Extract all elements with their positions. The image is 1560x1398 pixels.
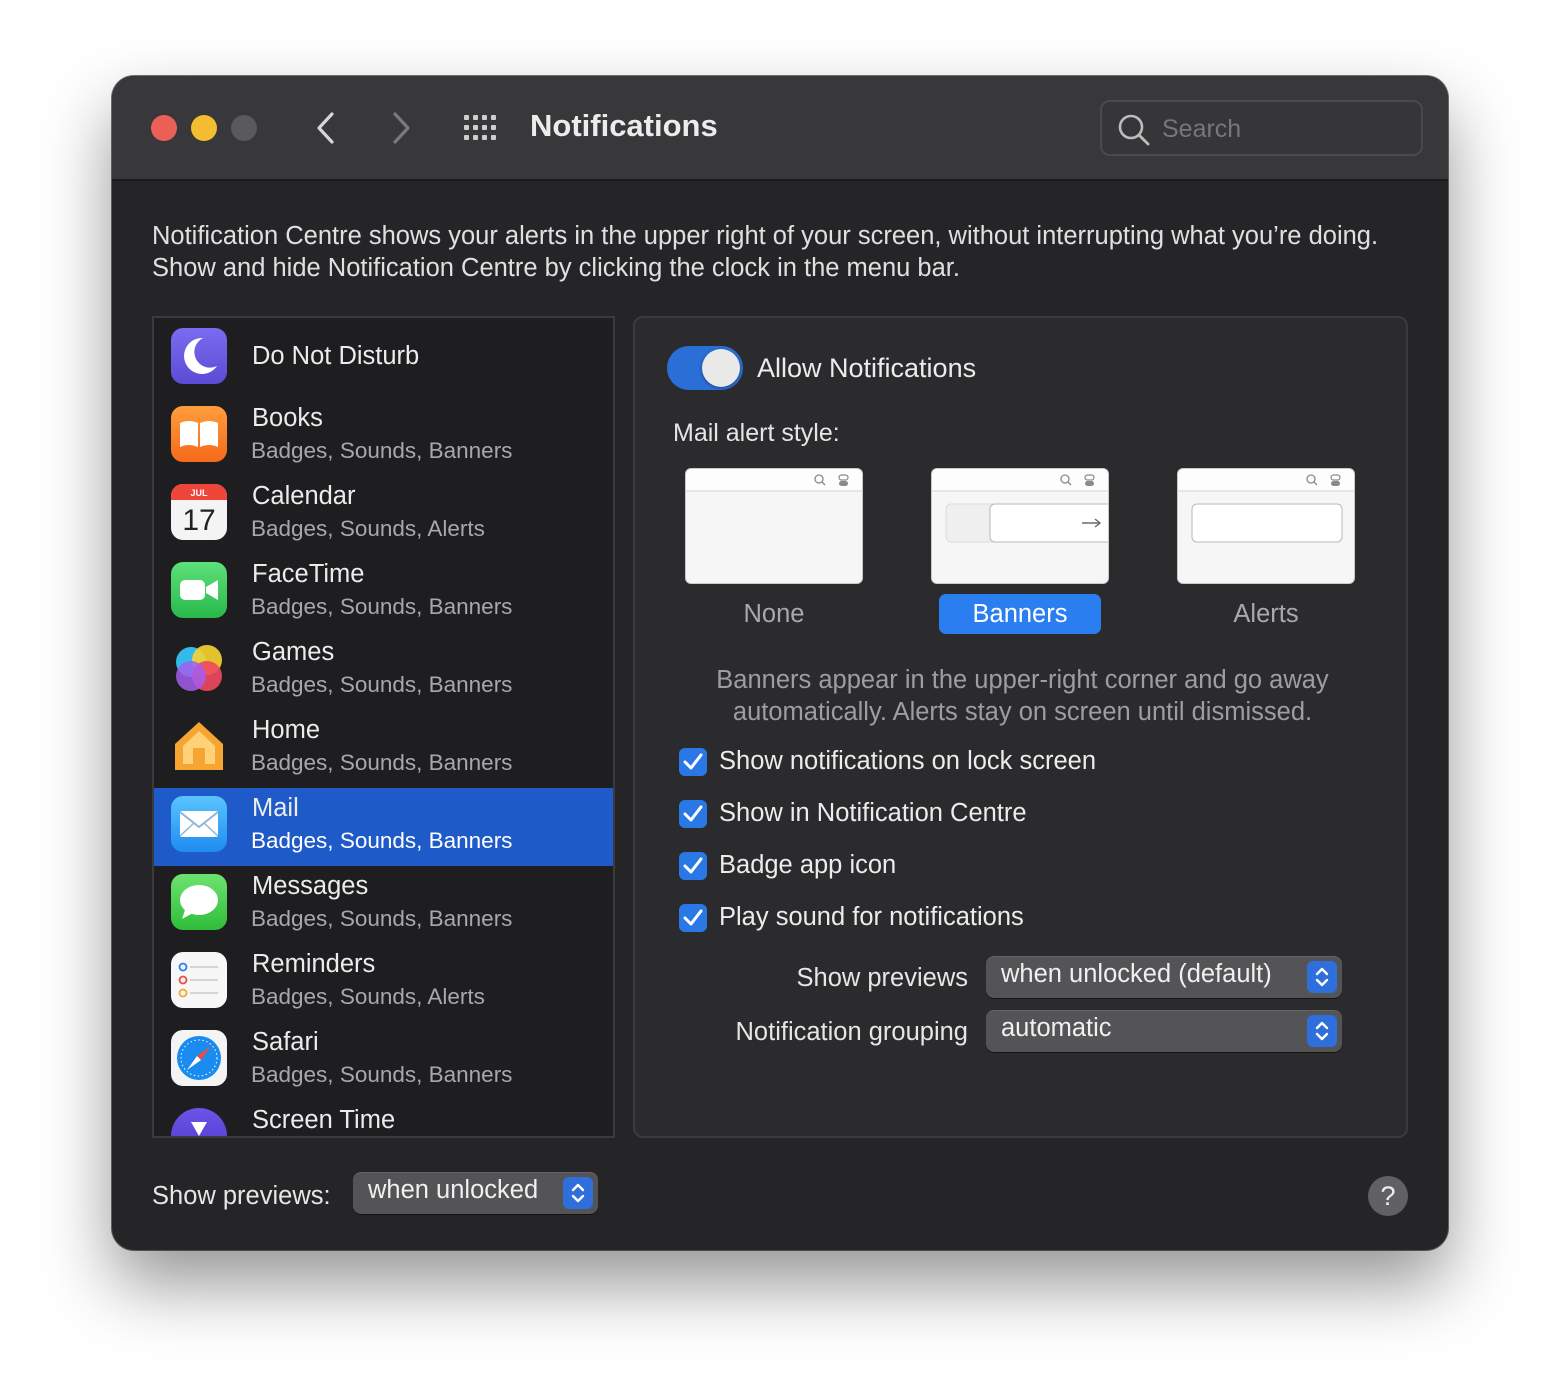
moon-icon [171,328,227,384]
badge-app-icon-checkbox[interactable] [679,852,707,880]
notification-grouping-label: Notification grouping [735,1018,968,1046]
search-input[interactable] [1162,113,1412,145]
home-icon [175,722,223,770]
app-notification-summary: Badges, Sounds, Alerts [251,516,485,541]
show-previews-label: Show previews [796,964,969,992]
allow-notifications-label: Allow Notifications [757,353,977,383]
close-button[interactable] [151,115,177,141]
notification-grouping-value: automatic [1001,1014,1112,1042]
checkbox-label: Show notifications on lock screen [719,747,1097,775]
chevron-right-icon [393,112,410,144]
app-notification-summary: Badges, Sounds, Banners [251,906,513,931]
alert-style-label: Mail alert style: [673,419,840,447]
list-item-screen-time[interactable]: Screen Time [154,1100,613,1136]
alert-style-banners-button[interactable]: Banners [939,594,1101,634]
window-title: Notifications [530,108,718,143]
list-item-reminders[interactable]: Reminders Badges, Sounds, Alerts [154,944,613,1022]
up-down-chevron-icon [1307,1015,1337,1047]
notification-grouping-popup[interactable]: automatic [986,1010,1342,1052]
mail-icon [171,796,227,852]
show-on-lock-screen-checkbox[interactable] [679,748,707,776]
show-all-grid-icon[interactable] [462,113,502,143]
alert-style-banners-preview[interactable] [931,468,1109,584]
app-name: FaceTime [252,560,365,588]
calendar-icon: JUL 17 [171,484,227,540]
alert-style-none-button[interactable]: None [693,594,855,634]
list-item-books[interactable]: Books Badges, Sounds, Banners [154,398,613,476]
help-button[interactable]: ? [1368,1176,1408,1216]
checkbox-label: Show in Notification Centre [719,799,1027,827]
notification-settings-pane: Allow Notifications Mail alert style: No… [633,316,1408,1138]
up-down-chevron-icon [1307,961,1337,993]
app-notification-summary: Badges, Sounds, Banners [251,828,513,853]
search-field[interactable] [1100,100,1423,156]
calendar-month: JUL [190,488,208,498]
app-list[interactable]: Do Not Disturb Books Badges, Sounds, Ban… [152,316,615,1138]
messages-icon [171,874,227,930]
checkmark-icon [683,805,703,822]
up-down-chevron-icon [563,1177,593,1209]
app-name: Do Not Disturb [252,342,420,370]
safari-icon [171,1030,227,1086]
app-name: Messages [252,872,369,900]
app-name: Games [252,638,335,666]
back-button[interactable] [308,106,348,150]
app-notification-summary: Badges, Sounds, Banners [251,438,513,463]
list-item-home[interactable]: Home Badges, Sounds, Banners [154,710,613,788]
alert-style-description: Banners appear in the upper-right corner… [716,666,1329,726]
checkbox-label: Badge app icon [719,851,897,879]
screen-time-icon [171,1108,227,1136]
alert-style-alerts-preview[interactable] [1177,468,1355,584]
list-item-calendar[interactable]: JUL 17 Calendar Badges, Sounds, Alerts [154,476,613,554]
app-notification-summary: Badges, Sounds, Banners [251,1062,513,1087]
forward-button[interactable] [382,106,422,150]
app-name: Screen Time [252,1106,396,1134]
minimize-button[interactable] [191,115,217,141]
list-item-facetime[interactable]: FaceTime Badges, Sounds, Banners [154,554,613,632]
show-in-notification-centre-checkbox[interactable] [679,800,707,828]
show-previews-popup[interactable]: when unlocked (default) [986,956,1342,998]
checkmark-icon [683,857,703,874]
app-name: Calendar [252,482,356,510]
books-icon [171,406,227,462]
footer-show-previews-popup[interactable]: when unlocked [353,1172,598,1214]
app-name: Books [252,404,323,432]
list-item-do-not-disturb[interactable]: Do Not Disturb [154,318,613,396]
app-notification-summary: Badges, Sounds, Banners [251,672,513,697]
title-bar: Notifications [112,76,1448,181]
checkmark-icon [683,909,703,926]
checkmark-icon [683,753,703,770]
calendar-day: 17 [182,504,215,537]
app-notification-summary: Badges, Sounds, Banners [251,594,513,619]
app-name: Home [252,716,321,744]
list-item-mail[interactable]: Mail Badges, Sounds, Banners [154,788,613,866]
list-item-games[interactable]: Games Badges, Sounds, Banners [154,632,613,710]
search-icon [1118,114,1150,146]
intro-text: Notification Centre shows your alerts in… [152,222,1379,282]
app-name: Safari [252,1028,319,1056]
show-previews-value: when unlocked (default) [1001,960,1272,988]
list-item-messages[interactable]: Messages Badges, Sounds, Banners [154,866,613,944]
reminders-icon [171,952,227,1008]
list-item-safari[interactable]: Safari Badges, Sounds, Banners [154,1022,613,1100]
toggle-knob [702,349,740,387]
games-icon [176,645,222,691]
alert-style-alerts-button[interactable]: Alerts [1185,594,1347,634]
facetime-icon [171,562,227,618]
play-sound-checkbox[interactable] [679,904,707,932]
app-notification-summary: Badges, Sounds, Alerts [251,984,485,1009]
footer-show-previews-value: when unlocked [368,1176,539,1204]
checkbox-label: Play sound for notifications [719,903,1024,931]
app-name: Mail [252,794,299,822]
chevron-left-icon [317,112,334,144]
alert-style-none-preview[interactable] [685,468,863,584]
allow-notifications-toggle[interactable] [667,346,743,390]
system-preferences-window: Notifications Notification Centre shows … [112,76,1448,1250]
zoom-button[interactable] [231,115,257,141]
app-notification-summary: Badges, Sounds, Banners [251,750,513,775]
footer-show-previews-label: Show previews: [152,1182,331,1210]
app-name: Reminders [252,950,376,978]
